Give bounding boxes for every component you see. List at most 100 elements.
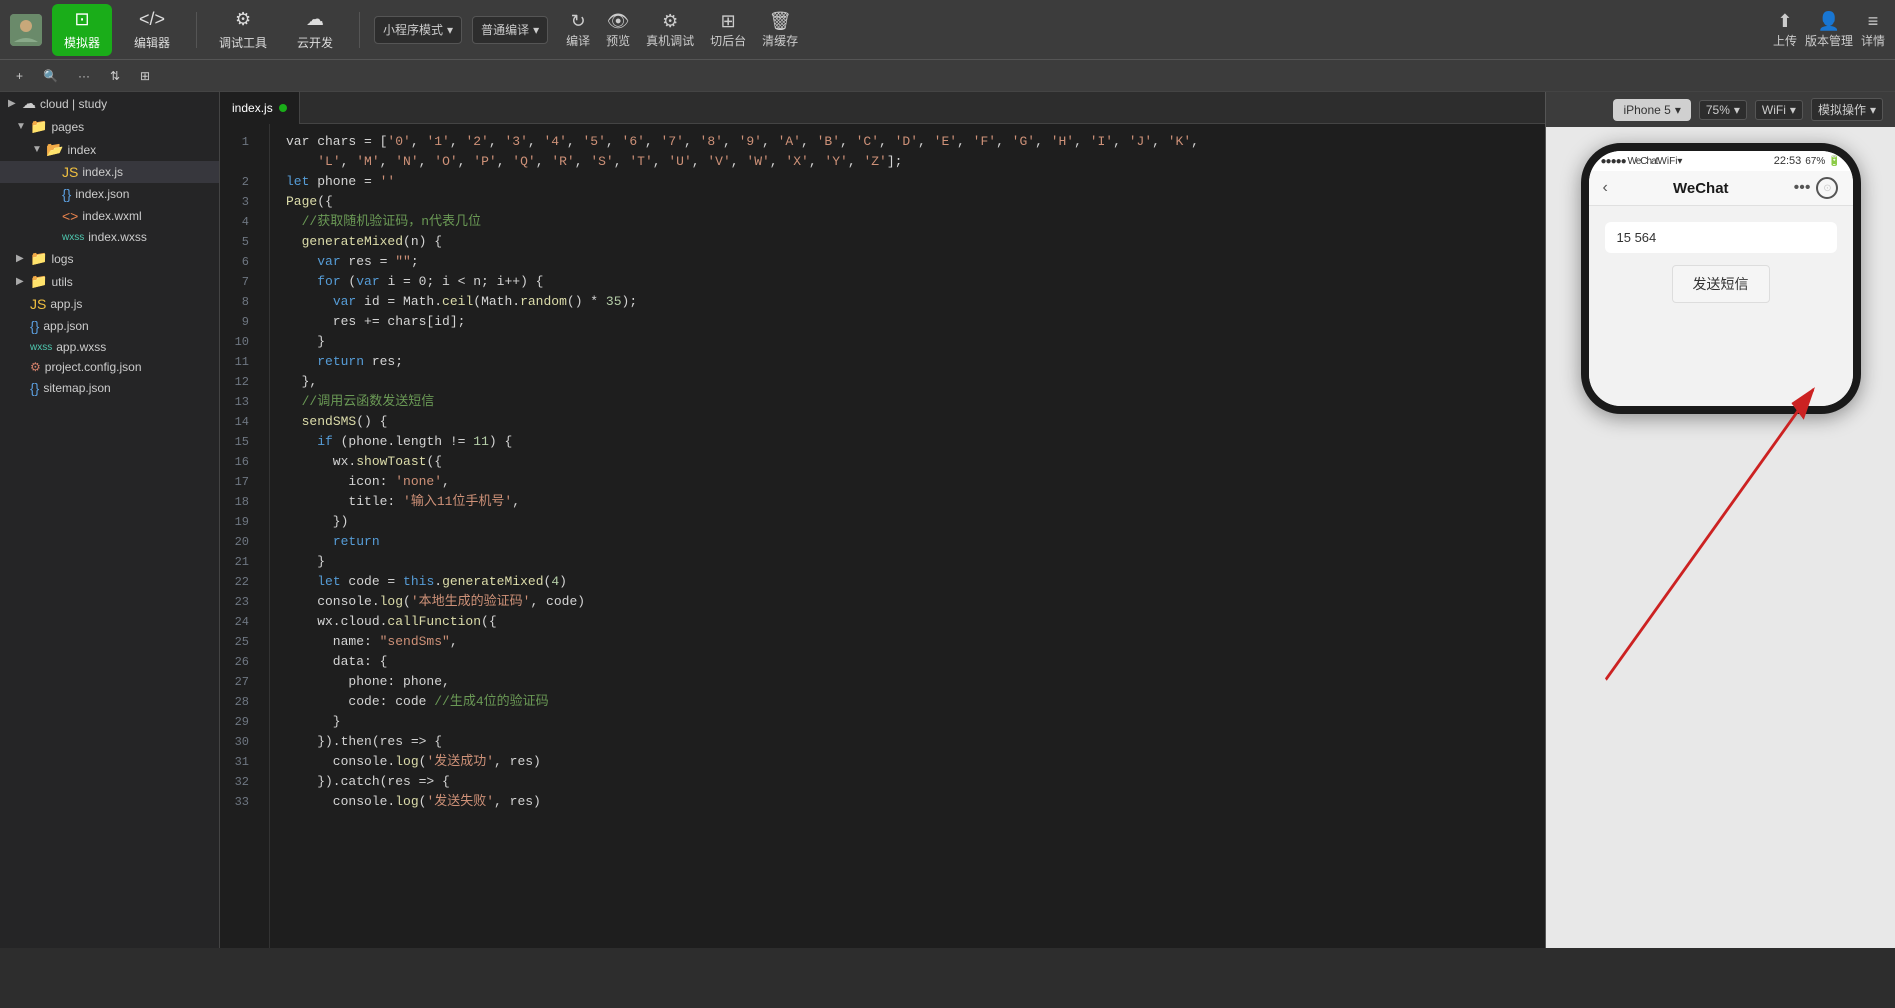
nav-back-icon[interactable]: ‹: [1603, 179, 1608, 197]
device-select[interactable]: iPhone 5 ▾: [1613, 99, 1690, 121]
add-file-btn[interactable]: +: [10, 67, 29, 85]
phone-nav-bar: ‹ WeChat ••• ⊙: [1589, 171, 1853, 206]
code-line: res += chars[id];: [286, 312, 1545, 332]
line-number: 33: [220, 792, 261, 812]
sidebar-item-logs[interactable]: ▶ 📁 logs: [0, 247, 219, 270]
version-icon: 👤: [1818, 11, 1840, 32]
code-line: //调用云函数发送短信: [286, 392, 1545, 412]
line-numbers: 1234567891011121314151617181920212223242…: [220, 124, 270, 948]
code-content[interactable]: var chars = ['0', '1', '2', '3', '4', '5…: [270, 124, 1545, 948]
sidebar-item-project-config[interactable]: ▶ ⚙ project.config.json: [0, 357, 219, 377]
nav-dots-icon[interactable]: •••: [1794, 179, 1811, 197]
real-debug-btn[interactable]: ⚙ 真机调试: [646, 11, 694, 49]
line-number: 7: [220, 272, 261, 292]
zoom-chevron-icon: ▾: [1734, 103, 1740, 117]
toolbar-right: ⬆ 上传 👤 版本管理 ≡ 详情: [1773, 11, 1885, 49]
cloud-btn[interactable]: ☁ 云开发: [285, 4, 345, 56]
filter-icon: ⊞: [140, 69, 150, 83]
mode-select[interactable]: 小程序模式 ▾: [374, 16, 462, 44]
sidebar-item-index-js[interactable]: ▶ JS index.js: [0, 161, 219, 183]
sidebar-item-utils[interactable]: ▶ 📁 utils: [0, 270, 219, 293]
compile-icon: ↻: [571, 11, 586, 32]
main-toolbar: ⊡ 模拟器 </> 编辑器 ⚙ 调试工具 ☁ 云开发 小程序模式 ▾ 普通编译 …: [0, 0, 1895, 60]
code-line: },: [286, 372, 1545, 392]
sidebar-item-index-folder[interactable]: ▼ 📂 index: [0, 138, 219, 161]
code-line: if (phone.length != 11) {: [286, 432, 1545, 452]
editor-area: index.js 1234567891011121314151617181920…: [220, 92, 1545, 948]
line-number: [220, 152, 261, 172]
clear-cache-btn[interactable]: 🗑 清缓存: [762, 11, 798, 49]
editor-icon: </>: [139, 9, 165, 30]
upload-btn[interactable]: ⬆ 上传: [1773, 11, 1797, 49]
line-number: 26: [220, 652, 261, 672]
code-line: }).catch(res => {: [286, 772, 1545, 792]
sort-files-btn[interactable]: ⇅: [104, 67, 126, 85]
code-line: }: [286, 332, 1545, 352]
code-line: code: code //生成4位的验证码: [286, 692, 1545, 712]
compile-select[interactable]: 普通编译 ▾: [472, 16, 548, 44]
line-number: 10: [220, 332, 261, 352]
index-folder-arrow-icon: ▼: [32, 144, 42, 155]
code-line: wx.cloud.callFunction({: [286, 612, 1545, 632]
send-sms-btn[interactable]: 发送短信: [1672, 265, 1770, 303]
sitemap-icon: {}: [30, 380, 39, 396]
zoom-select[interactable]: 75% ▾: [1699, 100, 1747, 120]
sidebar-item-index-wxss[interactable]: ▶ wxss index.wxss: [0, 227, 219, 247]
devtools-btn[interactable]: ⚙ 调试工具: [211, 4, 275, 56]
preview-icon: 👁: [607, 11, 630, 32]
sidebar-item-root[interactable]: ▶ ☁ cloud | study: [0, 92, 219, 115]
utils-arrow-icon: ▶: [16, 276, 26, 287]
sidebar-item-index-wxml[interactable]: ▶ <> index.wxml: [0, 205, 219, 227]
line-number: 1: [220, 132, 261, 152]
more-files-btn[interactable]: ···: [72, 67, 96, 85]
code-line: console.log('发送失败', res): [286, 792, 1545, 812]
compile-btn[interactable]: ↻ 编译: [566, 11, 590, 49]
code-line: data: {: [286, 652, 1545, 672]
network-select[interactable]: WiFi ▾: [1755, 100, 1803, 120]
version-btn[interactable]: 👤 版本管理: [1805, 11, 1853, 49]
line-number: 14: [220, 412, 261, 432]
line-number: 30: [220, 732, 261, 752]
sidebar-item-app-js[interactable]: ▶ JS app.js: [0, 293, 219, 315]
line-number: 2: [220, 172, 261, 192]
utils-icon: 📁: [30, 273, 47, 290]
nav-circle-btn[interactable]: ⊙: [1816, 177, 1838, 199]
filter-files-btn[interactable]: ⊞: [134, 67, 156, 85]
signal-indicator: ●●●●● WeChat: [1601, 156, 1658, 167]
network-chevron-icon: ▾: [1790, 103, 1796, 117]
phone-input-row: 15 564: [1605, 222, 1837, 253]
simulator-panel: iPhone 5 ▾ 75% ▾ WiFi ▾ 模拟操作 ▾ ●●●●● WeC…: [1545, 92, 1895, 948]
phone-input-display[interactable]: 15 564: [1617, 230, 1825, 245]
operation-select[interactable]: 模拟操作 ▾: [1811, 98, 1883, 121]
sidebar-item-app-json[interactable]: ▶ {} app.json: [0, 315, 219, 337]
code-line: }): [286, 512, 1545, 532]
simulator-btn[interactable]: ⊡ 模拟器: [52, 4, 112, 56]
editor-tab-index-js[interactable]: index.js: [220, 92, 300, 124]
sort-icon: ⇅: [110, 69, 120, 83]
status-time: 22:53: [1774, 155, 1802, 167]
cut-backend-btn[interactable]: ⊞ 切后台: [710, 11, 746, 49]
detail-btn[interactable]: ≡ 详情: [1861, 11, 1885, 49]
code-line: }: [286, 552, 1545, 572]
sim-container: ●●●●● WeChat WiFi▾ 22:53 67% 🔋 ‹ WeChat …: [1546, 127, 1895, 948]
code-editor[interactable]: 1234567891011121314151617181920212223242…: [220, 124, 1545, 948]
js-icon: JS: [62, 164, 78, 180]
line-number: 22: [220, 572, 261, 592]
user-avatar: [10, 14, 42, 46]
code-line: }: [286, 712, 1545, 732]
search-files-btn[interactable]: 🔍: [37, 67, 64, 85]
tab-modified-dot: [279, 104, 287, 112]
editor-btn[interactable]: </> 编辑器: [122, 4, 182, 56]
phone-mockup: ●●●●● WeChat WiFi▾ 22:53 67% 🔋 ‹ WeChat …: [1581, 143, 1861, 414]
line-number: 32: [220, 772, 261, 792]
line-number: 13: [220, 392, 261, 412]
line-number: 15: [220, 432, 261, 452]
sidebar-item-index-json[interactable]: ▶ {} index.json: [0, 183, 219, 205]
mode-chevron-icon: ▾: [447, 23, 453, 37]
sidebar-item-pages[interactable]: ▼ 📁 pages: [0, 115, 219, 138]
line-number: 28: [220, 692, 261, 712]
line-number: 6: [220, 252, 261, 272]
sidebar-item-sitemap[interactable]: ▶ {} sitemap.json: [0, 377, 219, 399]
sidebar-item-app-wxss[interactable]: ▶ wxss app.wxss: [0, 337, 219, 357]
preview-btn[interactable]: 👁 预览: [606, 11, 630, 49]
